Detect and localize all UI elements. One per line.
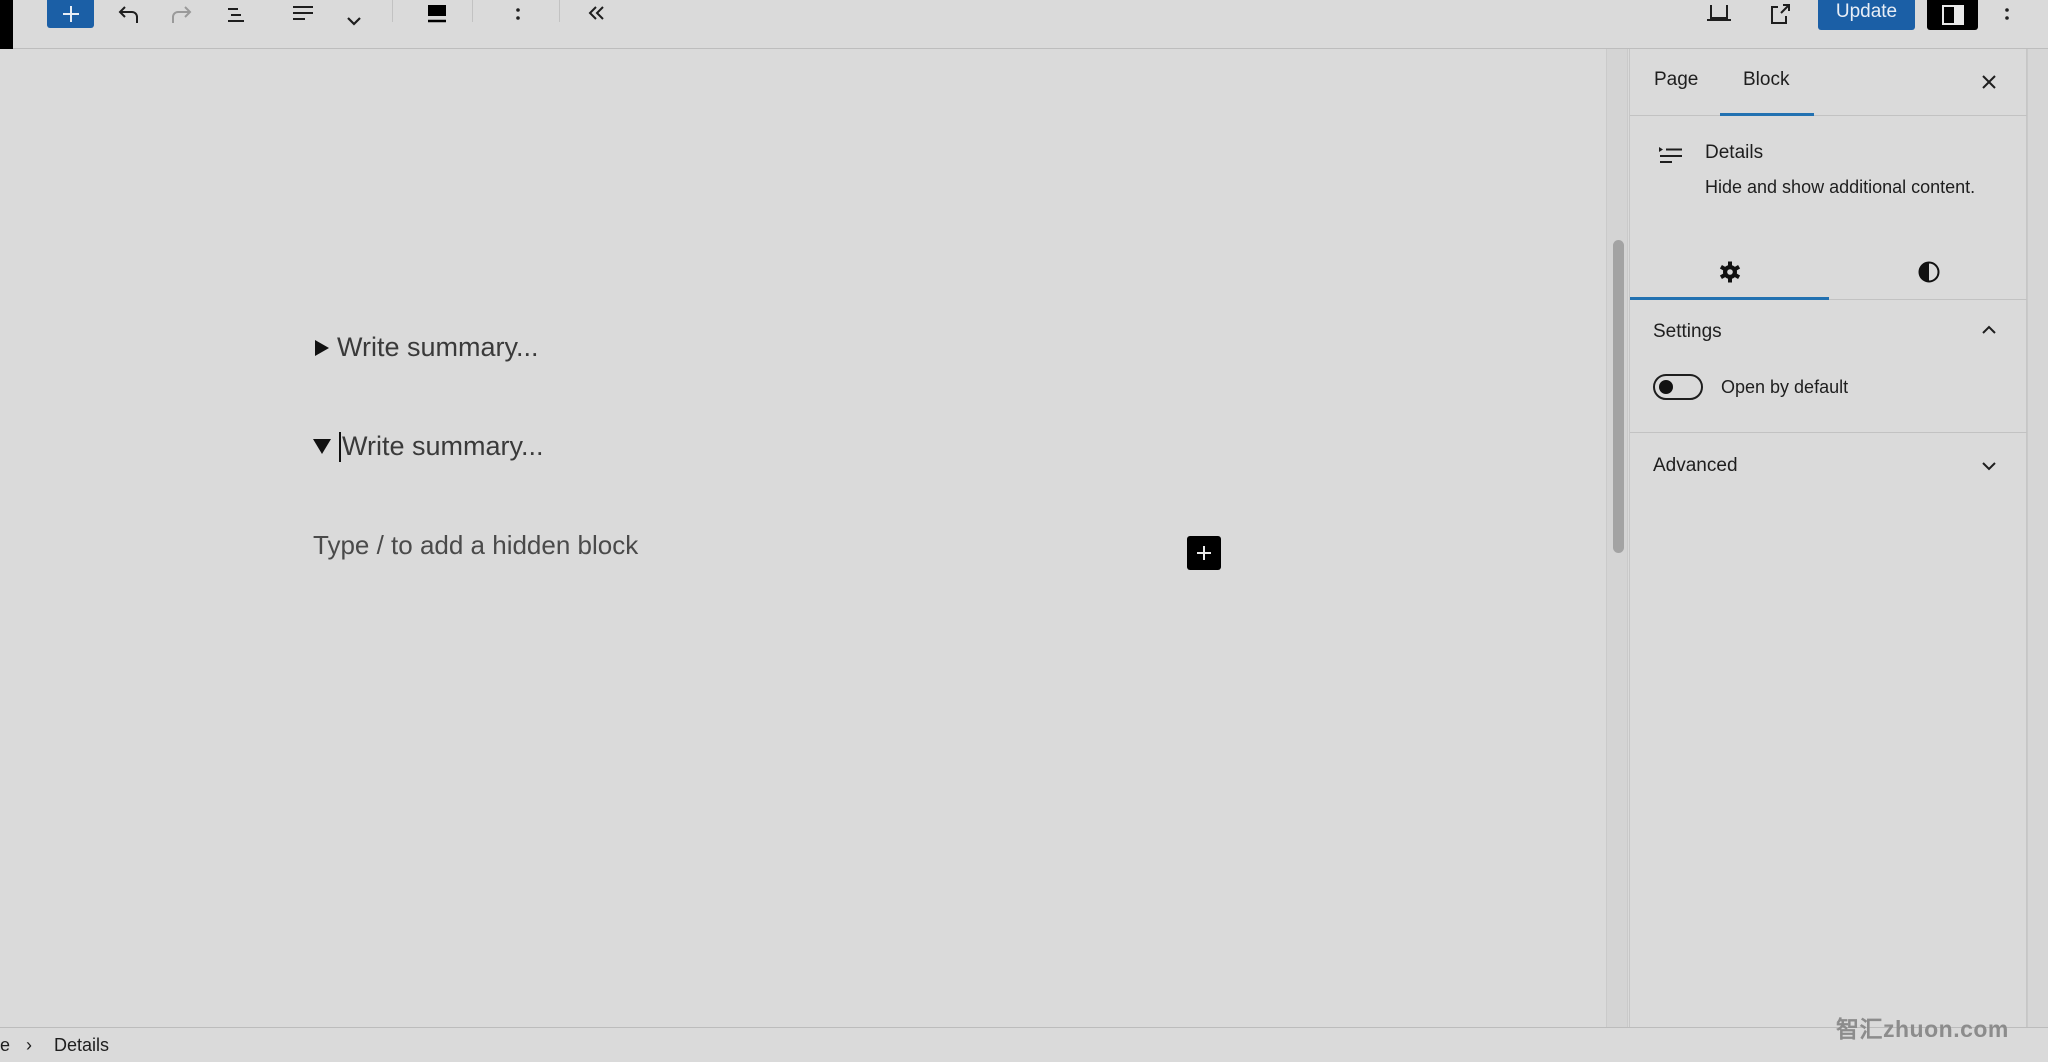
vertical-ellipsis-icon [516, 8, 520, 20]
block-inspector-tabs [1630, 244, 2028, 300]
vertical-ellipsis-icon [2005, 8, 2009, 20]
document-overview-button[interactable] [222, 0, 250, 30]
redo-icon [172, 6, 192, 23]
active-subtab-indicator [1630, 297, 1829, 300]
settings-sidebar: Page Block Details Hide and show additio… [1629, 49, 2028, 1027]
list-view-icon [228, 8, 244, 22]
block-options-button[interactable] [505, 0, 531, 30]
sidebar-toggle-icon [1941, 5, 1964, 25]
site-logo-edge[interactable] [0, 0, 13, 49]
tab-settings[interactable] [1630, 244, 1829, 300]
summary-placeholder[interactable]: Write summary... [337, 332, 539, 363]
settings-panel-toggle[interactable] [1980, 323, 1998, 341]
advanced-panel: Advanced [1630, 433, 2028, 503]
breadcrumb-separator: › [26, 1035, 32, 1055]
block-breadcrumb: e › Details [0, 1027, 2048, 1062]
block-type-button[interactable] [288, 0, 318, 30]
details-block-collapsed[interactable]: Write summary... [313, 332, 539, 363]
double-chevron-left-icon [588, 6, 604, 20]
open-by-default-label[interactable]: Open by default [1721, 377, 1848, 398]
block-title: Details [1705, 142, 1764, 163]
watermark: 智汇zhuon.com [1836, 1016, 2009, 1042]
options-menu-button[interactable] [1996, 0, 2018, 30]
editor-scrollbar-thumb[interactable] [1613, 240, 1624, 553]
block-inserter-button[interactable] [47, 0, 94, 28]
advanced-panel-title[interactable]: Advanced [1653, 455, 1738, 477]
details-block-icon [293, 6, 313, 20]
plus-icon [1197, 546, 1211, 560]
editor-toolbar: Update [0, 0, 2048, 49]
window-scrollbar-track[interactable] [2027, 49, 2048, 1027]
add-block-button[interactable] [1187, 536, 1221, 570]
close-icon [1982, 75, 1996, 89]
undo-icon [118, 6, 138, 23]
details-block-icon [1659, 147, 1682, 163]
align-button[interactable] [422, 0, 452, 30]
toggle-knob [1659, 380, 1673, 394]
tab-block[interactable]: Block [1743, 69, 1789, 91]
breadcrumb-item-current[interactable]: Details [54, 1035, 109, 1056]
toolbar-divider [559, 0, 560, 22]
text-cursor [339, 431, 341, 462]
tab-styles[interactable] [1829, 244, 2028, 300]
editor-canvas[interactable]: Write summary... Write summary... [0, 49, 1608, 1027]
settings-panel-title[interactable]: Settings [1653, 321, 1722, 343]
block-description: Hide and show additional content. [1705, 177, 1976, 197]
settings-panel: Settings Open by default [1630, 301, 2028, 433]
desktop-view-icon [1707, 5, 1731, 21]
advanced-panel-toggle[interactable] [1980, 459, 1998, 477]
block-type-dropdown[interactable] [342, 6, 366, 36]
settings-sidebar-toggle[interactable] [1927, 0, 1978, 30]
open-by-default-toggle[interactable] [1653, 374, 1703, 400]
chevron-down-icon [347, 17, 361, 26]
details-block-expanded[interactable]: Write summary... [313, 431, 544, 462]
hidden-block-placeholder[interactable]: Type / to add a hidden block [313, 530, 638, 561]
external-link-icon [1771, 4, 1790, 24]
disclosure-triangle-down-icon[interactable] [313, 439, 331, 454]
tab-page[interactable]: Page [1654, 69, 1698, 91]
summary-placeholder[interactable]: Write summary... [342, 431, 544, 462]
chevron-down-icon [1982, 462, 1996, 471]
toolbar-divider [472, 0, 473, 22]
close-sidebar-button[interactable] [1978, 71, 2000, 93]
block-editor: Update Write summary... Write summary...… [0, 0, 2048, 1062]
undo-button[interactable] [114, 0, 144, 30]
view-button[interactable] [1704, 0, 1734, 30]
chevron-up-icon [1982, 325, 1996, 334]
toolbar-divider [392, 0, 393, 22]
gear-icon [1719, 261, 1740, 283]
sidebar-tabs: Page Block [1630, 49, 2028, 116]
preview-button[interactable] [1765, 0, 1795, 30]
breadcrumb-item[interactable]: e [0, 1035, 10, 1056]
block-card: Details Hide and show additional content… [1630, 116, 2028, 216]
align-bottom-icon [428, 5, 446, 23]
half-circle-icon [1918, 261, 1939, 283]
plus-icon [62, 6, 79, 22]
redo-button[interactable] [166, 0, 196, 30]
disclosure-triangle-right-icon[interactable] [315, 339, 329, 356]
update-button[interactable]: Update [1818, 0, 1915, 30]
collapse-toolbar-button[interactable] [582, 0, 612, 30]
